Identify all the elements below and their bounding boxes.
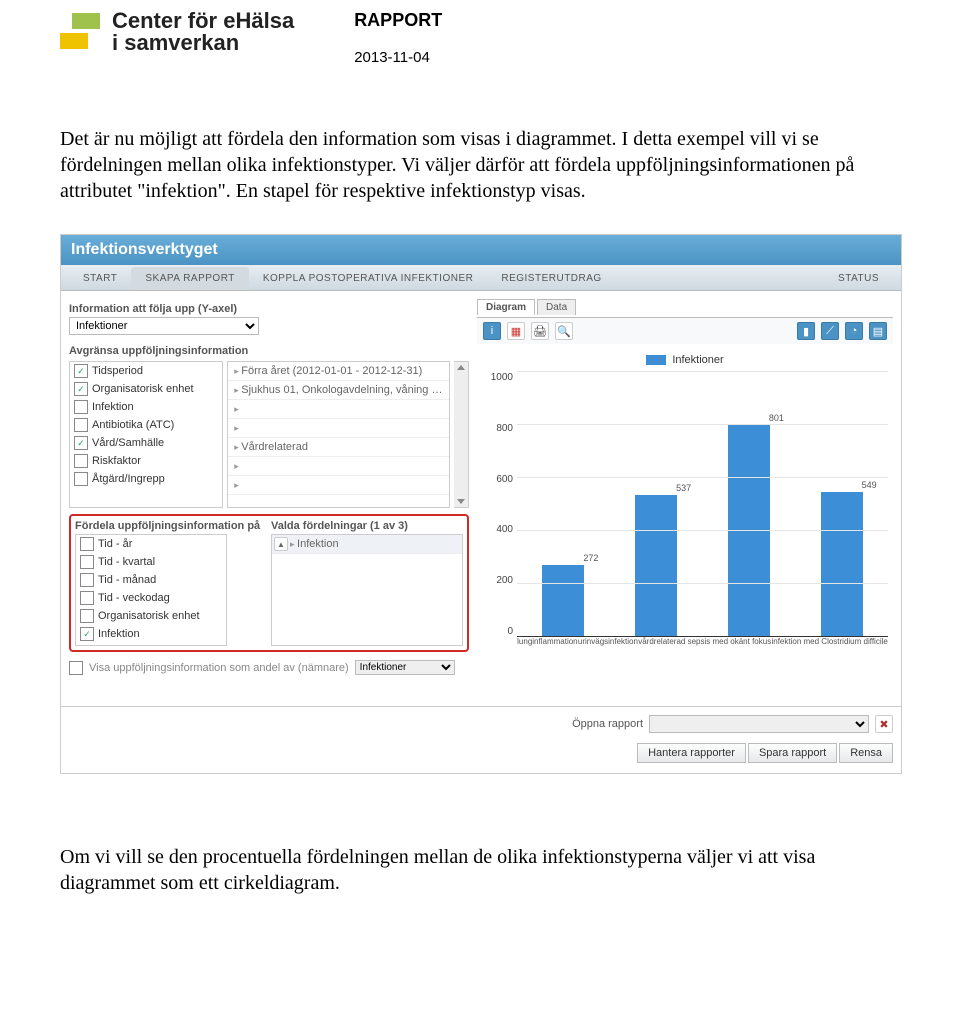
intro-paragraph: Det är nu möjligt att fördela den inform…	[60, 126, 900, 204]
report-label: RAPPORT	[354, 10, 442, 31]
percent-select[interactable]: Infektioner	[355, 660, 455, 675]
filter-value-row[interactable]	[228, 419, 449, 438]
chart-bar: 272	[542, 565, 584, 637]
chart-bar: 537	[635, 495, 677, 637]
filter-item[interactable]: Antibiotika (ATC)	[70, 416, 222, 434]
checkbox[interactable]	[74, 364, 88, 378]
chart-table-icon[interactable]: ▤	[869, 322, 887, 340]
distribution-item[interactable]: Tid - veckodag	[76, 589, 226, 607]
checkbox[interactable]	[74, 418, 88, 432]
distribution-highlight: Fördela uppföljningsinformation på Tid -…	[69, 514, 469, 652]
app-title: Infektionsverktyget	[61, 235, 901, 265]
checkbox[interactable]	[80, 627, 94, 641]
chart-x-axis: lunginflammationurinvägsinfektionvårdrel…	[517, 637, 888, 652]
distribution-list[interactable]: Tid - årTid - kvartalTid - månadTid - ve…	[75, 534, 227, 646]
report-date: 2013-11-04	[354, 49, 442, 66]
checkbox[interactable]	[74, 436, 88, 450]
zoom-icon[interactable]: 🔍	[555, 322, 573, 340]
filter-list[interactable]: TidsperiodOrganisatorisk enhetInfektionA…	[69, 361, 223, 508]
filter-item[interactable]: Åtgärd/Ingrepp	[70, 470, 222, 488]
chart-y-axis: 10008006004002000	[482, 372, 517, 652]
yaxis-select[interactable]: Infektioner	[69, 317, 259, 335]
checkbox[interactable]	[74, 472, 88, 486]
export-excel-icon[interactable]: ▦	[507, 322, 525, 340]
chart-plot: 272537801549	[517, 372, 888, 637]
filter-heading: Avgränsa uppföljningsinformation	[69, 345, 469, 357]
filter-item[interactable]: Riskfaktor	[70, 452, 222, 470]
logo-text-line2: i samverkan	[112, 32, 294, 54]
chart-pie-icon[interactable]: ◔	[845, 322, 863, 340]
distribution-item[interactable]: Tid - månad	[76, 571, 226, 589]
scrollbar[interactable]	[454, 361, 469, 508]
filter-item[interactable]: Tidsperiod	[70, 362, 222, 380]
checkbox[interactable]	[80, 537, 94, 551]
open-report-select[interactable]	[649, 715, 869, 733]
filter-item[interactable]: Organisatorisk enhet	[70, 380, 222, 398]
hantera-rapporter-button[interactable]: Hantera rapporter	[637, 743, 746, 763]
yaxis-heading: Information att följa upp (Y-axel)	[69, 303, 469, 315]
tab-status[interactable]: STATUS	[824, 267, 893, 290]
chart: Infektioner 10008006004002000 2725378015…	[477, 344, 893, 657]
spara-rapport-button[interactable]: Spara rapport	[748, 743, 837, 763]
distribution-heading: Fördela uppföljningsinformation på	[75, 520, 265, 532]
filter-value-row[interactable]	[228, 457, 449, 476]
tab-start[interactable]: START	[69, 267, 131, 290]
logo: Center för eHälsa i samverkan	[60, 10, 294, 54]
filter-value-list[interactable]: Förra året (2012-01-01 - 2012-12-31)Sjuk…	[227, 361, 450, 508]
filter-item[interactable]: Vård/Samhälle	[70, 434, 222, 452]
delete-report-icon[interactable]: ✖	[875, 715, 893, 733]
tab-register[interactable]: REGISTERUTDRAG	[487, 267, 615, 290]
print-icon[interactable]: 🖨	[531, 322, 549, 340]
checkbox[interactable]	[80, 609, 94, 623]
view-tab-data[interactable]: Data	[537, 299, 576, 315]
filter-value-row[interactable]	[228, 476, 449, 495]
open-report-label: Öppna rapport	[572, 718, 643, 730]
tab-koppla[interactable]: KOPPLA POSTOPERATIVA INFEKTIONER	[249, 267, 488, 290]
distribution-item[interactable]: Tid - år	[76, 535, 226, 553]
filter-value-row[interactable]	[228, 400, 449, 419]
filter-value-row[interactable]: Förra året (2012-01-01 - 2012-12-31)	[228, 362, 449, 381]
checkbox[interactable]	[80, 573, 94, 587]
chart-bar: 549	[821, 492, 863, 637]
info-icon[interactable]: i	[483, 322, 501, 340]
view-tab-diagram[interactable]: Diagram	[477, 299, 535, 315]
logo-mark	[60, 11, 102, 53]
app-nav: START SKAPA RAPPORT KOPPLA POSTOPERATIVA…	[61, 265, 901, 291]
chart-bar-icon[interactable]: ▮	[797, 322, 815, 340]
checkbox[interactable]	[80, 591, 94, 605]
checkbox[interactable]	[74, 400, 88, 414]
distribution-selected-heading: Valda fördelningar (1 av 3)	[271, 520, 463, 532]
percent-checkbox[interactable]	[69, 661, 83, 675]
checkbox[interactable]	[80, 555, 94, 569]
app-screenshot: Infektionsverktyget START SKAPA RAPPORT …	[60, 234, 902, 774]
chart-legend: Infektioner	[482, 354, 888, 366]
document-header: Center för eHälsa i samverkan RAPPORT 20…	[60, 10, 900, 66]
percent-label: Visa uppföljningsinformation som andel a…	[89, 662, 349, 674]
outro-paragraph: Om vi vill se den procentuella fördelnin…	[60, 844, 900, 896]
distribution-item[interactable]: Tid - kvartal	[76, 553, 226, 571]
distribution-value-list[interactable]: ▲ Infektion	[271, 534, 463, 646]
checkbox[interactable]	[74, 382, 88, 396]
filter-value-row[interactable]: Vårdrelaterad	[228, 438, 449, 457]
distribution-item[interactable]: Organisatorisk enhet	[76, 607, 226, 625]
tab-skapa-rapport[interactable]: SKAPA RAPPORT	[131, 267, 249, 290]
rensa-button[interactable]: Rensa	[839, 743, 893, 763]
filter-item[interactable]: Infektion	[70, 398, 222, 416]
checkbox[interactable]	[74, 454, 88, 468]
move-up-icon[interactable]: ▲	[274, 537, 288, 551]
filter-value-row[interactable]: Sjukhus 01, Onkologavdelning, våning 10,…	[228, 381, 449, 400]
chart-line-icon[interactable]: ⟋	[821, 322, 839, 340]
distribution-item[interactable]: Infektion	[76, 625, 226, 643]
